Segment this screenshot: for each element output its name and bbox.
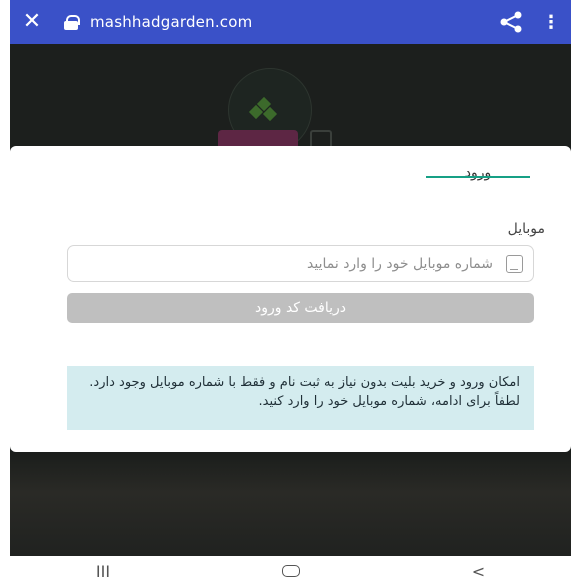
system-navigation-bar: III < <box>10 556 571 586</box>
back-icon[interactable]: < <box>472 562 485 581</box>
get-login-code-button[interactable]: دریافت کد ورود <box>67 293 534 323</box>
share-icon[interactable] <box>491 0 531 44</box>
close-icon[interactable]: ✕ <box>10 0 54 44</box>
lock-icon <box>64 15 80 30</box>
tab-login[interactable]: ورود <box>426 158 530 188</box>
more-menu-icon[interactable]: ⋮ <box>531 12 571 33</box>
share-icon-graphic <box>500 11 522 33</box>
background-image <box>10 450 571 556</box>
mobile-field-label: موبایل <box>507 221 545 237</box>
mobile-input-container[interactable] <box>67 245 534 282</box>
info-notice: امکان ورود و خرید بلیت بدون نیاز به ثبت … <box>67 366 534 430</box>
browser-toolbar: ✕ mashhadgarden.com ⋮ <box>10 0 571 44</box>
mobile-input[interactable] <box>93 246 493 281</box>
home-icon[interactable] <box>281 565 300 577</box>
url-text[interactable]: mashhadgarden.com <box>90 13 491 31</box>
tab-active-indicator <box>426 176 530 178</box>
login-modal: ورود موبایل دریافت کد ورود امکان ورود و … <box>10 146 571 452</box>
recent-apps-icon[interactable]: III <box>96 562 110 581</box>
mobile-phone-icon <box>506 255 523 273</box>
